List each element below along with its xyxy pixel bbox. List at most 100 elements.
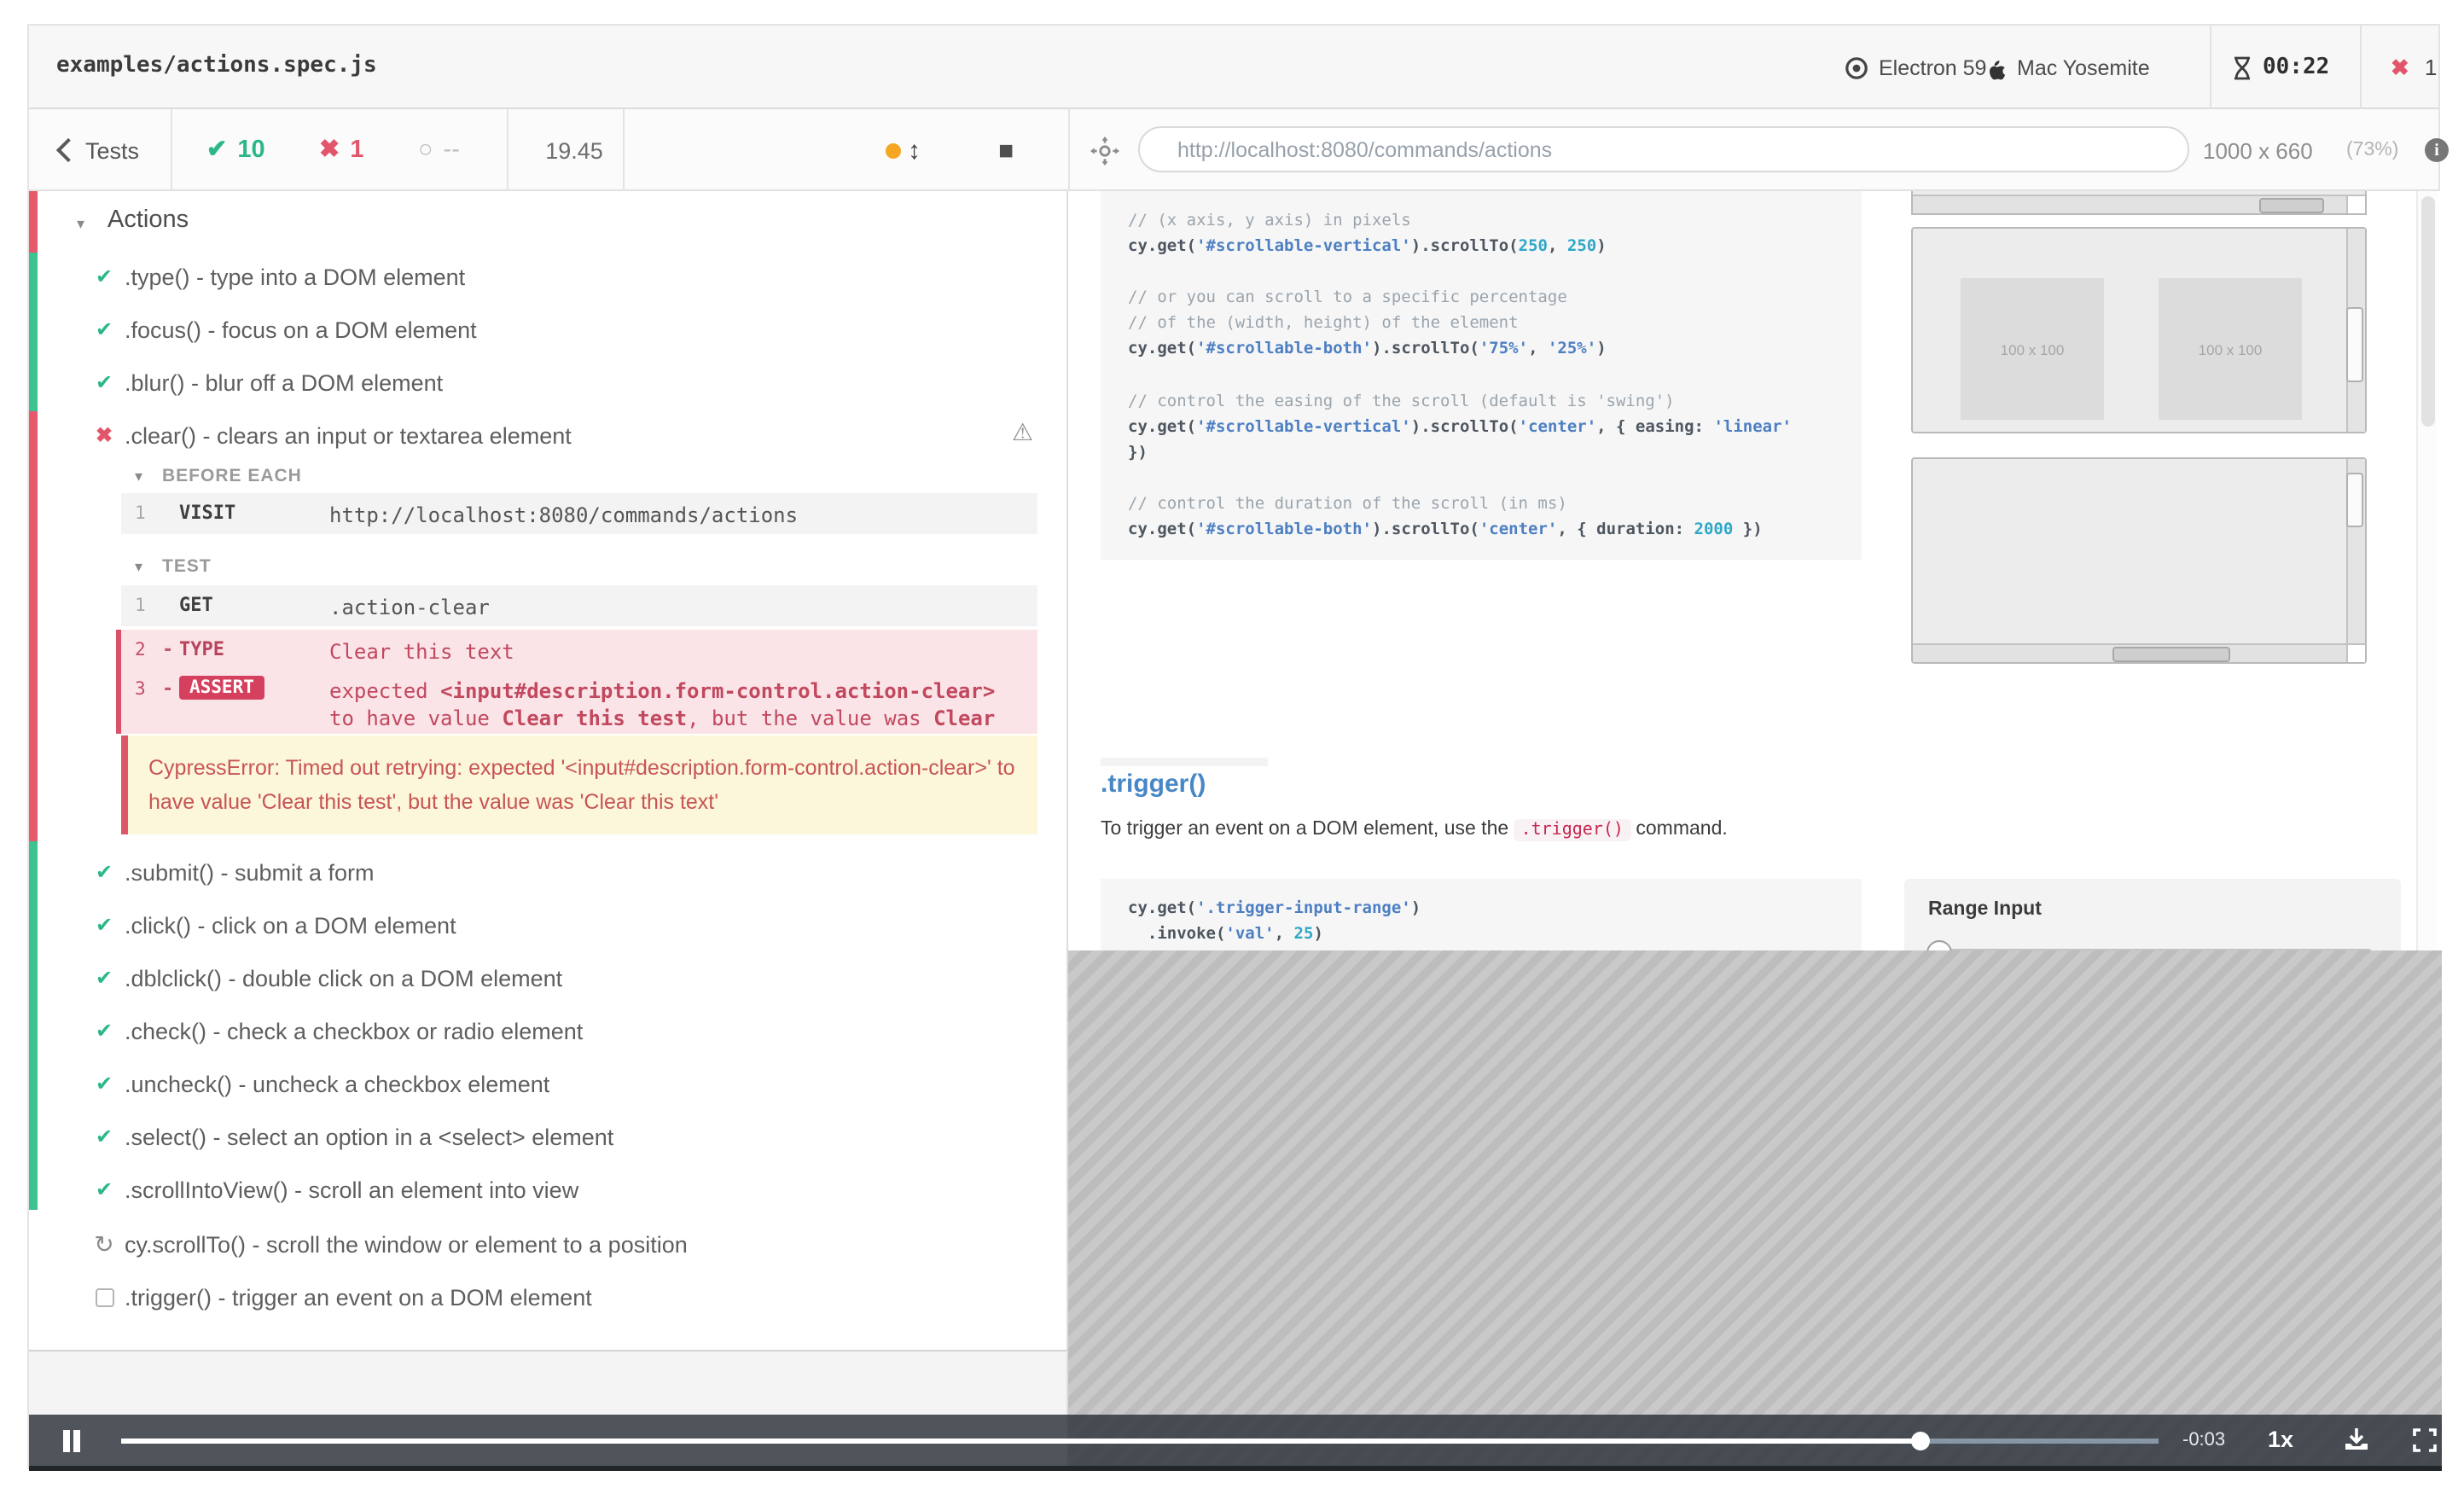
command-row[interactable]: 3- ASSERT expected <input#description.form… bbox=[116, 669, 1037, 758]
test-item[interactable]: ✔ .submit() - submit a form bbox=[29, 848, 1066, 896]
suite-actions[interactable]: ▾ Actions bbox=[29, 203, 1066, 244]
test-item[interactable]: ✔ .uncheck() - uncheck a checkbox element bbox=[29, 1060, 1066, 1107]
download-icon bbox=[2345, 1428, 2368, 1450]
command-row[interactable]: 1 VISIT http://localhost:8080/commands/act… bbox=[121, 493, 1037, 534]
test-item[interactable]: ✔ .type() - type into a DOM element bbox=[29, 253, 1066, 300]
x-icon: ✖ bbox=[95, 423, 113, 447]
test-title: .trigger() - trigger an event on a DOM e… bbox=[125, 1284, 592, 1310]
back-to-tests-button[interactable]: Tests bbox=[55, 109, 139, 191]
check-icon: ✔ bbox=[206, 137, 228, 164]
pending-count: -- bbox=[443, 137, 460, 164]
duration-value: 19.45 bbox=[545, 137, 603, 163]
test-item[interactable]: ✔ .check() - check a checkbox or radio el… bbox=[29, 1007, 1066, 1055]
download-button[interactable] bbox=[2343, 1427, 2370, 1454]
test-item[interactable]: ✔ .dblclick() - double click on a DOM ele… bbox=[29, 954, 1066, 1002]
test-item[interactable]: ↻ cy.scrollTo() - scroll the window or el… bbox=[29, 1220, 1066, 1268]
faded-divider bbox=[1101, 758, 1268, 766]
scrollbar-thumb[interactable] bbox=[2259, 198, 2324, 213]
test-title: .clear() - clears an input or textarea e… bbox=[125, 422, 572, 448]
horizontal-scrollbar[interactable] bbox=[1913, 643, 2365, 662]
check-icon: ✔ bbox=[95, 966, 113, 990]
test-title: .uncheck() - uncheck a checkbox element bbox=[125, 1071, 550, 1096]
check-icon: ✔ bbox=[95, 1125, 113, 1148]
scrollbar-thumb[interactable] bbox=[2112, 647, 2230, 662]
up-down-arrow-icon: ↕ bbox=[908, 136, 921, 165]
test-item[interactable]: ✔ .scrollIntoView() - scroll an element i… bbox=[29, 1165, 1066, 1213]
stop-button[interactable]: ■ bbox=[998, 109, 1014, 191]
command-name: GET bbox=[179, 594, 213, 616]
viewport-info-button[interactable]: i bbox=[2425, 109, 2449, 191]
placeholder-image: 100 x 100 bbox=[2159, 278, 2302, 420]
seek-bar-remaining[interactable] bbox=[1930, 1438, 2159, 1444]
check-icon: ✔ bbox=[95, 317, 113, 341]
inline-code: .trigger() bbox=[1514, 819, 1630, 841]
spec-title: examples/actions.spec.js bbox=[56, 53, 377, 78]
range-input-label: Range Input bbox=[1928, 899, 2042, 920]
fullscreen-button[interactable] bbox=[2413, 1428, 2437, 1452]
header-divider bbox=[2210, 26, 2211, 109]
failed-stat[interactable]: ✖ 1 bbox=[319, 109, 363, 191]
command-row[interactable]: 2- TYPE Clear this text bbox=[116, 630, 1037, 669]
app-under-test-panel: // (x axis, y axis) in pixels cy.get('#s… bbox=[1068, 191, 2442, 1471]
browser-badge[interactable]: Electron 59 bbox=[1845, 26, 1986, 109]
playback-speed-button[interactable]: 1x bbox=[2268, 1427, 2293, 1452]
timer-value: 00:22 bbox=[2263, 55, 2330, 80]
aut-scrollbar[interactable] bbox=[2416, 191, 2437, 950]
test-item[interactable]: ✔ .focus() - focus on a DOM element bbox=[29, 305, 1066, 353]
pause-icon[interactable] bbox=[63, 1429, 69, 1451]
seek-bar-played[interactable] bbox=[121, 1439, 1916, 1443]
command-row[interactable]: 1 GET .action-clear bbox=[121, 585, 1037, 626]
test-title: .submit() - submit a form bbox=[125, 859, 375, 885]
scrollbar-thumb[interactable] bbox=[2421, 196, 2435, 427]
scrollbar-corner bbox=[2346, 643, 2365, 662]
scrollable-box-both bbox=[1911, 457, 2367, 664]
check-icon: ✔ bbox=[95, 860, 113, 884]
failure-x-icon: ✖ bbox=[2391, 54, 2409, 79]
autoscroll-toggle[interactable]: ↕ bbox=[886, 109, 921, 191]
scrollbar-thumb[interactable] bbox=[2346, 307, 2363, 382]
stop-icon: ■ bbox=[998, 136, 1014, 165]
scrollable-box-partial bbox=[1911, 191, 2367, 215]
test-item[interactable]: ✔ .blur() - blur off a DOM element bbox=[29, 358, 1066, 406]
url-input[interactable]: http://localhost:8080/commands/actions bbox=[1138, 126, 2189, 172]
test-item[interactable]: .trigger() - trigger an event on a DOM e… bbox=[29, 1273, 1066, 1321]
selector-playground-button[interactable] bbox=[1090, 109, 1119, 191]
command-message: .action-clear bbox=[329, 596, 490, 619]
test-item[interactable]: ✔ .click() - click on a DOM element bbox=[29, 901, 1066, 949]
passed-stat[interactable]: ✔ 10 bbox=[206, 109, 265, 191]
command-number: 2 bbox=[135, 640, 146, 660]
failure-count: 1 bbox=[2424, 55, 2438, 80]
pending-stat[interactable]: ○ -- bbox=[418, 109, 460, 191]
test-title: .scrollIntoView() - scroll an element in… bbox=[125, 1177, 579, 1202]
horizontal-scrollbar[interactable] bbox=[1913, 195, 2365, 213]
test-item[interactable]: ✖ .clear() - clears an input or textarea … bbox=[29, 411, 1066, 459]
placeholder-image: 100 x 100 bbox=[1961, 278, 2104, 420]
command-message: http://localhost:8080/commands/actions bbox=[329, 503, 799, 527]
failures-badge[interactable]: ✖ 1 bbox=[2391, 26, 2437, 109]
browser-label: Electron 59 bbox=[1879, 55, 1987, 79]
hourglass-icon bbox=[2234, 55, 2250, 79]
vertical-scrollbar[interactable] bbox=[2346, 229, 2365, 432]
runner-header: examples/actions.spec.js Electron 59 Mac… bbox=[29, 26, 2438, 109]
apple-icon bbox=[1990, 60, 2006, 79]
vertical-scrollbar[interactable] bbox=[2346, 459, 2365, 645]
suite-title: Actions bbox=[108, 206, 189, 234]
aut-code-block-scrollto: // (x axis, y axis) in pixels cy.get('#s… bbox=[1101, 191, 1862, 561]
toolbar-divider bbox=[171, 109, 172, 191]
test-title: .click() - click on a DOM element bbox=[125, 912, 456, 938]
command-name: TYPE bbox=[179, 638, 224, 660]
scrollbar-thumb[interactable] bbox=[2346, 473, 2363, 527]
test-item[interactable]: ✔ .select() - select an option in a <sele… bbox=[29, 1113, 1066, 1160]
url-text: http://localhost:8080/commands/actions bbox=[1177, 137, 1553, 161]
pending-checkbox-icon bbox=[96, 1288, 114, 1307]
check-icon: ✔ bbox=[95, 1177, 113, 1201]
trigger-section-heading[interactable]: .trigger() bbox=[1101, 770, 1206, 799]
collapse-triangle-icon: ▾ bbox=[77, 215, 85, 232]
command-number: 1 bbox=[135, 503, 146, 524]
pause-icon[interactable] bbox=[73, 1429, 79, 1451]
error-message[interactable]: CypressError: Timed out retrying: expect… bbox=[121, 735, 1037, 834]
test-reporter-panel: ▾ Actions ✔ .type() - type into a DOM ele… bbox=[29, 191, 1068, 1471]
test-title: .type() - type into a DOM element bbox=[125, 264, 466, 289]
assert-badge: ASSERT bbox=[179, 676, 264, 700]
seek-knob[interactable] bbox=[1911, 1431, 1930, 1450]
